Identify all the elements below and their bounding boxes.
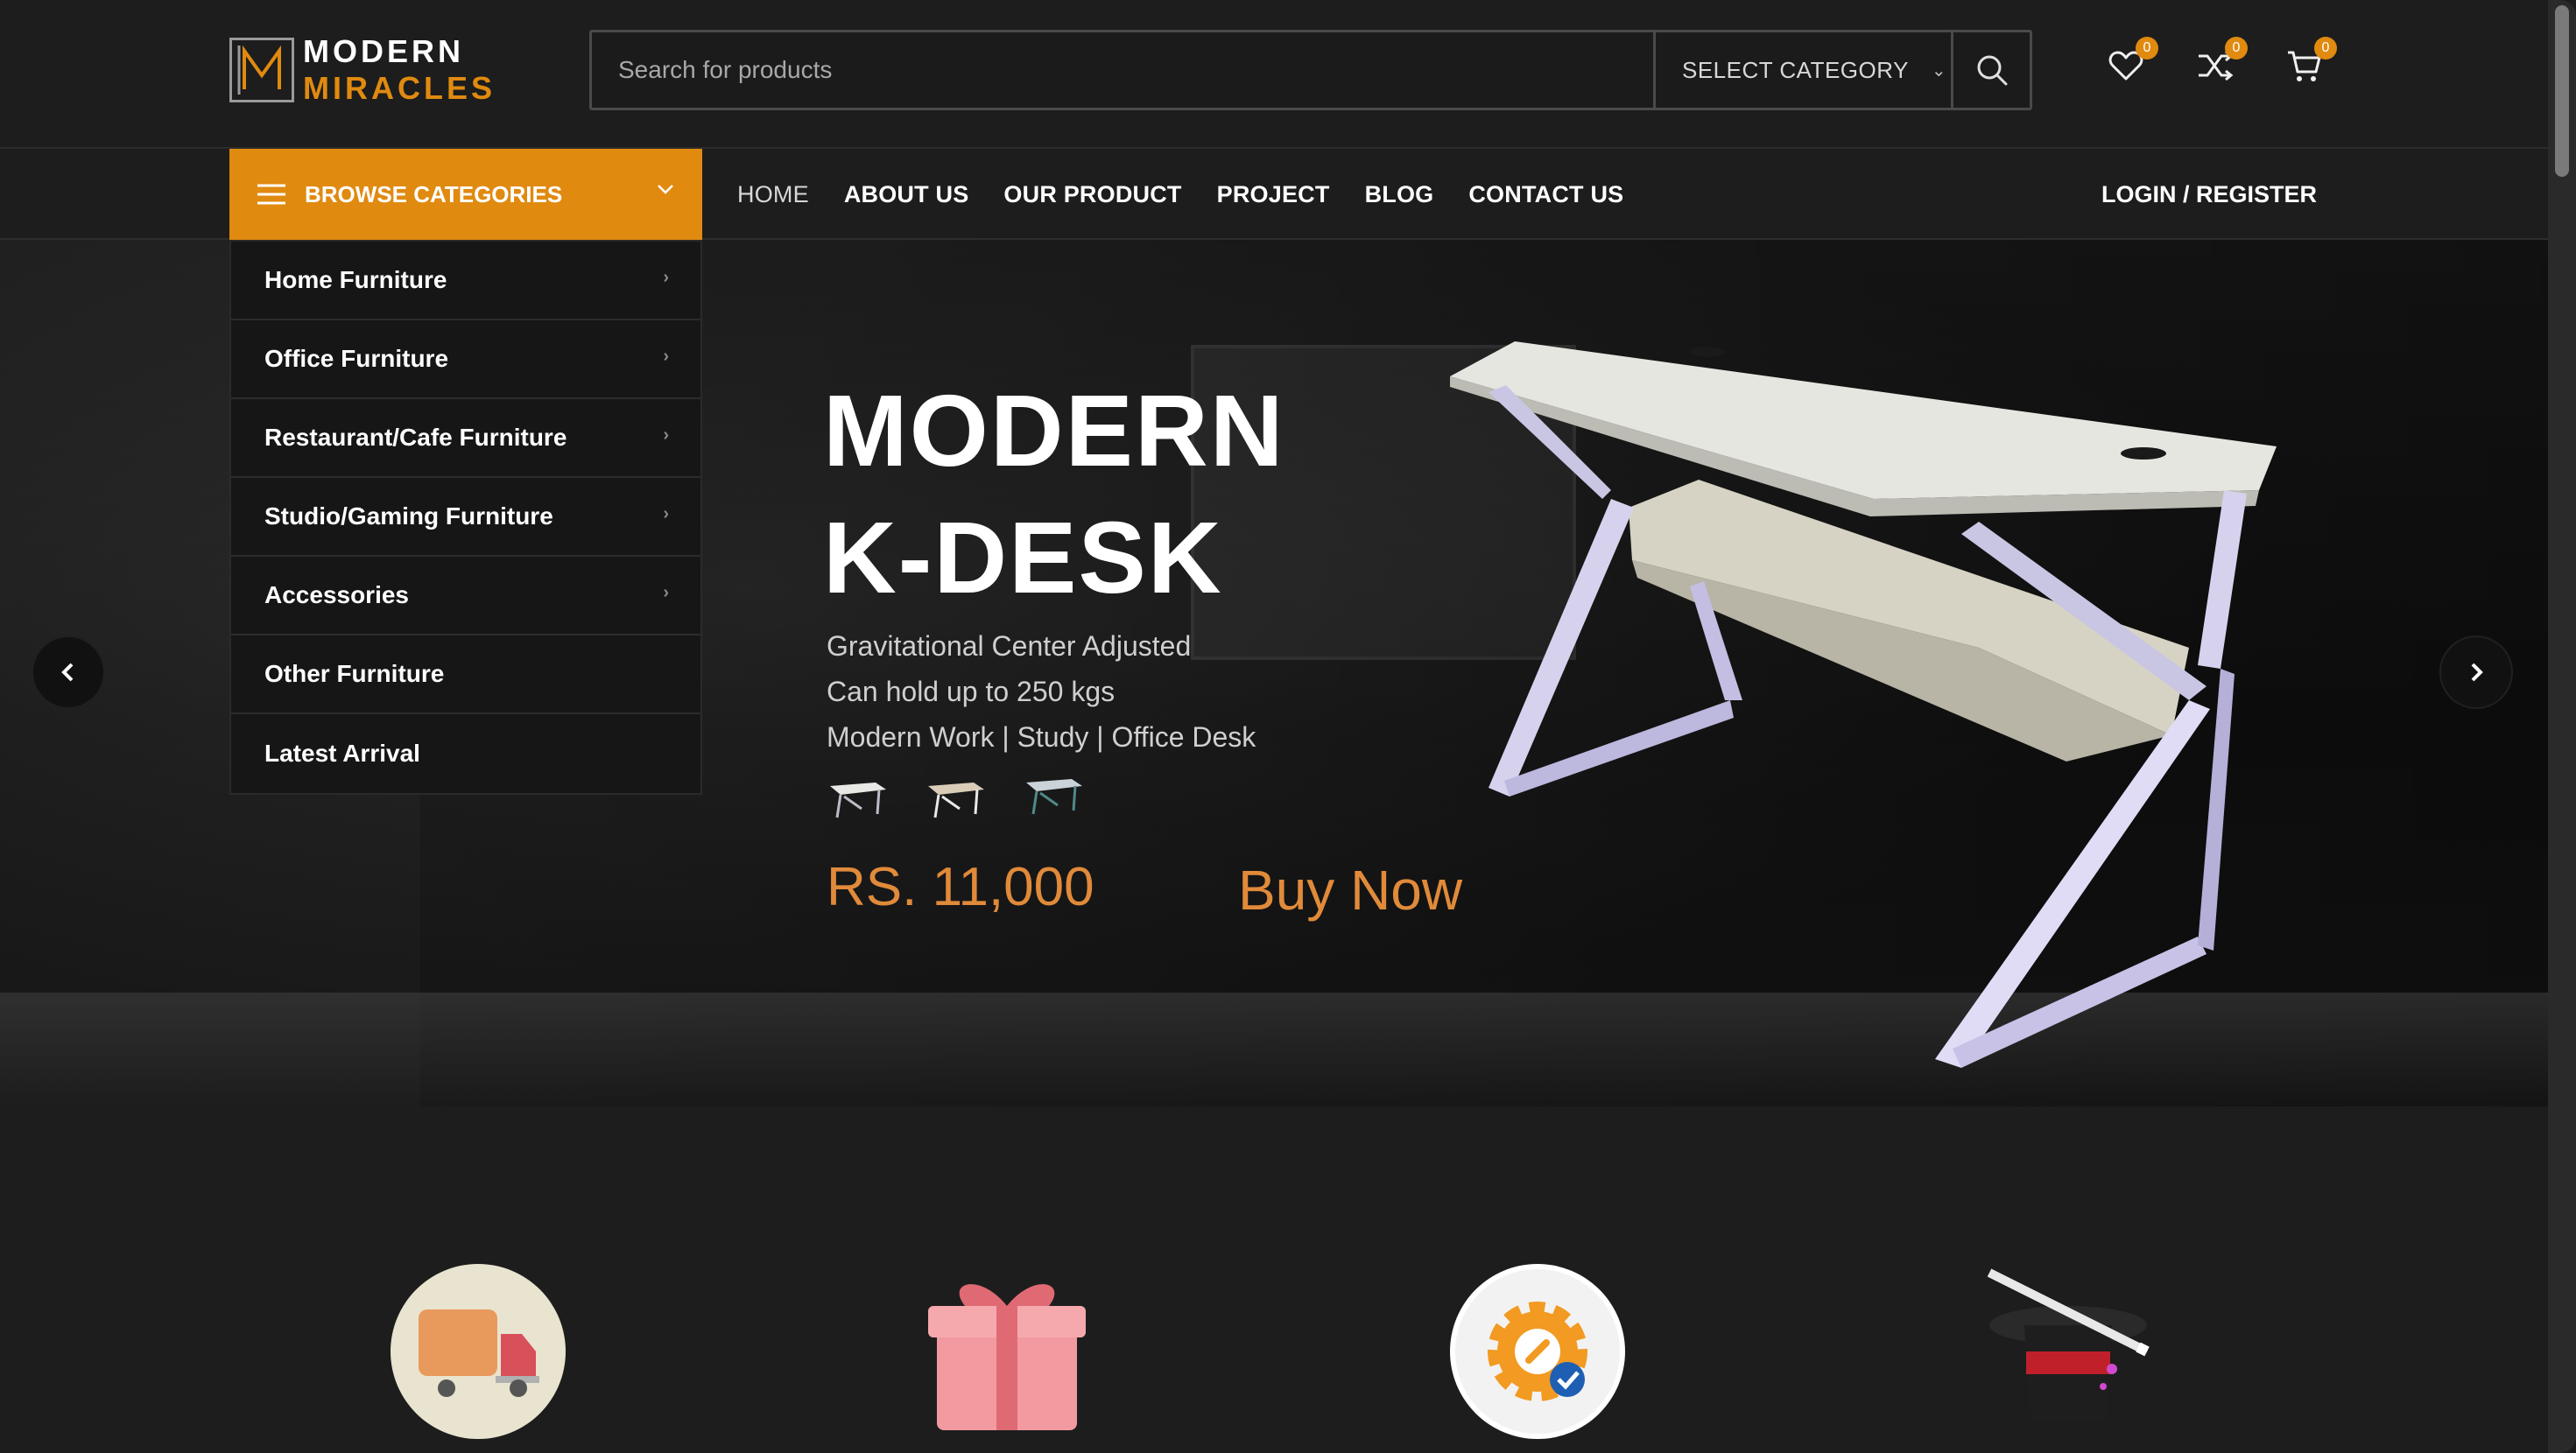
service-gear-icon [1450,1264,1625,1439]
category-item-restaurant-cafe-furniture[interactable]: Restaurant/Cafe Furniture › [231,399,700,478]
compare-count-badge: 0 [2225,37,2248,60]
hero-price: RS. 11,000 [827,857,1094,917]
desk-variant-thumb[interactable] [827,770,890,826]
cart-count-badge: 0 [2314,37,2337,60]
gift-box-icon [928,1284,1086,1430]
category-item-label: Restaurant/Cafe Furniture [264,424,567,451]
hero-title-line2: K-DESK [823,501,1223,614]
hero-title-line1: MODERN [823,374,1285,488]
nav-blog[interactable]: BLOG [1365,181,1434,208]
compare-button[interactable]: 0 [2195,37,2248,86]
category-select[interactable]: SELECT CATEGORY ⌄ [1653,32,1951,108]
category-item-other-furniture[interactable]: Other Furniture [231,635,700,714]
category-item-label: Office Furniture [264,345,449,372]
category-item-label: Other Furniture [264,660,445,687]
buy-now-button[interactable]: Buy Now [1238,858,1462,923]
browser-page: MODERN MIRACLES SELECT CATEGORY ⌄ [0,0,2576,1453]
search-input[interactable] [592,32,1653,108]
hero-title: MODERN K-DESK [823,368,1285,621]
nav-about-us[interactable]: ABOUT US [844,181,969,208]
scrollbar-thumb[interactable] [2555,5,2569,177]
hamburger-icon [257,184,285,205]
chevron-left-icon [61,663,74,682]
chevron-right-icon: › [663,583,669,602]
category-item-office-furniture[interactable]: Office Furniture › [231,320,700,399]
header-icons: 0 0 0 [2106,37,2337,86]
browse-categories-button[interactable]: BROWSE CATEGORIES [229,149,702,240]
chevron-down-icon: ⌄ [1931,60,1947,81]
site-logo[interactable]: MODERN MIRACLES [229,35,496,105]
search-button[interactable] [1951,32,2030,108]
category-item-label: Accessories [264,581,410,608]
slider-next-button[interactable] [2441,637,2511,707]
search-bar: SELECT CATEGORY ⌄ [589,30,2032,110]
features-section [0,1106,2548,1453]
site-header: MODERN MIRACLES SELECT CATEGORY ⌄ [0,0,2548,149]
hero-subtitle: Gravitational Center Adjusted Can hold u… [827,623,1256,760]
category-item-label: Home Furniture [264,266,447,293]
k-desk-product-image [1450,341,2277,1068]
chevron-right-icon [2471,663,2483,682]
desk-variant-thumb[interactable] [1023,770,1086,826]
category-item-latest-arrival[interactable]: Latest Arrival [231,714,700,793]
category-item-studio-gaming-furniture[interactable]: Studio/Gaming Furniture › [231,478,700,557]
chevron-right-icon: › [663,425,669,445]
logo-text-line1: MODERN [303,33,464,69]
logo-mark-icon [229,38,294,102]
chevron-down-icon [658,185,673,194]
wishlist-count-badge: 0 [2136,37,2158,60]
nav-contact-us[interactable]: CONTACT US [1468,181,1623,208]
hero-subtitle-line: Can hold up to 250 kgs [827,676,1116,707]
hero-subtitle-line: Modern Work | Study | Office Desk [827,721,1256,753]
nav-project[interactable]: PROJECT [1217,181,1330,208]
page-scrollbar[interactable] [2548,0,2576,1453]
desk-variant-thumb[interactable] [925,770,988,826]
chevron-right-icon: › [663,504,669,523]
categories-dropdown: Home Furniture › Office Furniture › Rest… [229,240,702,795]
login-register-link[interactable]: LOGIN / REGISTER [2101,149,2317,240]
main-menu: HOME ABOUT US OUR PRODUCT PROJECT BLOG C… [737,149,1623,240]
slider-prev-button[interactable] [33,637,103,707]
magic-hat-icon [1987,1268,2150,1421]
nav-our-product[interactable]: OUR PRODUCT [1003,181,1181,208]
delivery-truck-icon [391,1264,566,1439]
category-item-label: Studio/Gaming Furniture [264,502,553,530]
logo-text-line2: MIRACLES [303,70,496,106]
chevron-right-icon: › [663,347,669,366]
category-item-label: Latest Arrival [264,740,420,767]
nav-home[interactable]: HOME [737,181,809,208]
hero-subtitle-line: Gravitational Center Adjusted [827,630,1192,662]
color-variant-thumbs [827,770,1086,826]
search-icon [1977,55,2007,86]
main-navbar: BROWSE CATEGORIES HOME ABOUT US OUR PROD… [0,149,2548,240]
browse-categories-label: BROWSE CATEGORIES [305,180,563,207]
category-item-home-furniture[interactable]: Home Furniture › [231,242,700,320]
wishlist-button[interactable]: 0 [2106,37,2158,86]
cart-button[interactable]: 0 [2284,37,2337,86]
category-select-label: SELECT CATEGORY [1682,56,1909,83]
chevron-right-icon: › [663,268,669,287]
category-item-accessories[interactable]: Accessories › [231,557,700,635]
